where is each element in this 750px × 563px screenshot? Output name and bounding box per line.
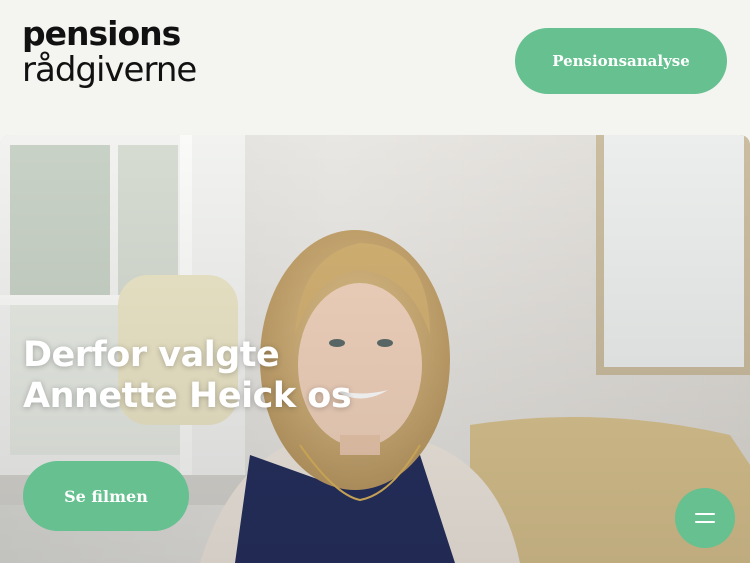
hero-section: Derfor valgte Annette Heick os Se filmen — [0, 135, 750, 563]
se-filmen-button[interactable]: Se filmen — [23, 461, 189, 531]
logo-text-line1: pensions — [22, 14, 181, 53]
site-logo[interactable]: pensions rådgiverne — [22, 14, 197, 91]
hero-heading: Derfor valgte Annette Heick os — [23, 335, 352, 417]
hero-heading-line2: Annette Heick os — [23, 376, 352, 416]
logo-text-line2: rådgiverne — [22, 50, 197, 90]
hamburger-menu-icon — [695, 512, 715, 524]
hero-heading-line1: Derfor valgte — [23, 335, 280, 375]
pensionsanalyse-button[interactable]: Pensionsanalyse — [515, 28, 727, 94]
site-header: pensions rådgiverne Pensionsanalyse — [0, 0, 750, 135]
menu-button[interactable] — [675, 488, 735, 548]
